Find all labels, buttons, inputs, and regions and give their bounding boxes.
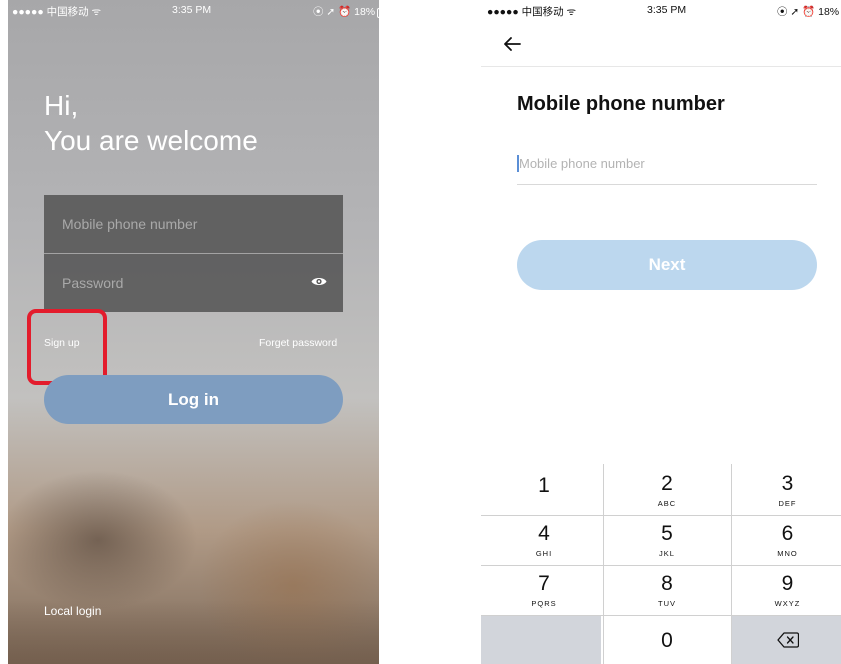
key-number: 6 — [781, 522, 794, 545]
forget-password-link[interactable]: Forget password — [259, 337, 337, 349]
backspace-icon — [777, 632, 799, 648]
highlight-box — [27, 309, 107, 385]
key-number: 4 — [538, 522, 550, 545]
greeting-line1: Hi, — [44, 90, 79, 121]
keypad-key-9[interactable]: 9 WXYZ — [734, 566, 841, 616]
key-letters: DEF — [778, 499, 797, 508]
keypad-key-7[interactable]: 7 PQRS — [484, 566, 604, 616]
key-letters: TUV — [658, 599, 676, 608]
next-button[interactable]: Next — [517, 240, 817, 290]
status-bar: ●●●●● 中国移动 ᯤ 3:35 PM ⦿ ➚ ⏰ 18% — [481, 0, 841, 20]
status-icons: ⦿ ➚ ⏰ 18% — [313, 4, 379, 19]
key-number: 3 — [781, 472, 794, 495]
key-number: 0 — [661, 629, 673, 652]
key-letters: JKL — [659, 549, 675, 558]
phone-number-placeholder: Mobile phone number — [519, 156, 645, 171]
battery-percent: ⦿ ➚ ⏰ 18% — [777, 6, 840, 18]
keypad-key-3[interactable]: 3 DEF — [734, 464, 841, 514]
phone-number-screen: ●●●●● 中国移动 ᯤ 3:35 PM ⦿ ➚ ⏰ 18% Mobile ph… — [481, 0, 841, 664]
keypad-key-0[interactable]: 0 — [607, 616, 727, 664]
keypad-key-2[interactable]: 2 ABC — [607, 464, 727, 514]
key-letters: MNO — [777, 549, 798, 558]
keypad-key-5[interactable]: 5 JKL — [607, 516, 727, 566]
phone-number-placeholder: Mobile phone number — [62, 216, 198, 232]
key-number: 9 — [781, 572, 794, 595]
key-number: 2 — [661, 472, 673, 495]
phone-number-input[interactable]: Mobile phone number — [44, 195, 343, 253]
background-blur — [8, 470, 198, 610]
status-bar: ●●●●● 中国移动 ᯤ 3:35 PM ⦿ ➚ ⏰ 18% — [8, 0, 379, 20]
password-placeholder: Password — [62, 275, 124, 291]
password-input[interactable]: Password — [44, 254, 343, 312]
keypad-blank-key — [481, 615, 601, 664]
battery-icon — [377, 8, 379, 18]
keypad-delete-key[interactable] — [732, 615, 841, 664]
page-title: Mobile phone number — [517, 93, 725, 115]
local-login-link[interactable]: Local login — [44, 604, 101, 618]
key-number: 5 — [661, 522, 673, 545]
status-time: 3:35 PM — [172, 4, 212, 16]
key-letters: WXYZ — [774, 599, 801, 608]
key-number: 8 — [661, 572, 673, 595]
carrier-label: ●●●●● 中国移动 ᯤ — [487, 6, 577, 18]
key-letters: PQRS — [531, 599, 557, 608]
keypad-key-1[interactable]: 1 — [484, 464, 604, 514]
greeting-line2: You are welcome — [44, 125, 258, 156]
keypad-key-6[interactable]: 6 MNO — [734, 516, 841, 566]
key-letters: ABC — [657, 499, 677, 508]
keypad-divider — [731, 464, 732, 664]
arrow-left-icon[interactable] — [503, 36, 521, 52]
eye-icon[interactable] — [311, 276, 327, 287]
numeric-keypad: 1 2 ABC 3 DEF 4 GHI 5 JKL 6 MNO 7 PQRS 8 — [481, 464, 841, 664]
carrier-label: ●●●●● 中国移动 ᯤ — [12, 6, 102, 18]
login-button[interactable]: Log in — [44, 375, 343, 424]
key-number: 7 — [538, 572, 550, 595]
key-letters: GHI — [535, 549, 553, 558]
status-time: 3:35 PM — [647, 4, 687, 16]
key-number: 1 — [538, 474, 550, 497]
keypad-key-8[interactable]: 8 TUV — [607, 566, 727, 616]
battery-percent: ⦿ ➚ ⏰ 18% — [313, 6, 376, 18]
phone-number-input[interactable]: Mobile phone number — [517, 150, 817, 185]
keypad-key-4[interactable]: 4 GHI — [484, 516, 604, 566]
login-screen: ●●●●● 中国移动 ᯤ 3:35 PM ⦿ ➚ ⏰ 18% Hi, You a… — [8, 0, 379, 664]
nav-divider — [481, 66, 841, 67]
status-icons: ⦿ ➚ ⏰ 18% — [777, 4, 839, 19]
